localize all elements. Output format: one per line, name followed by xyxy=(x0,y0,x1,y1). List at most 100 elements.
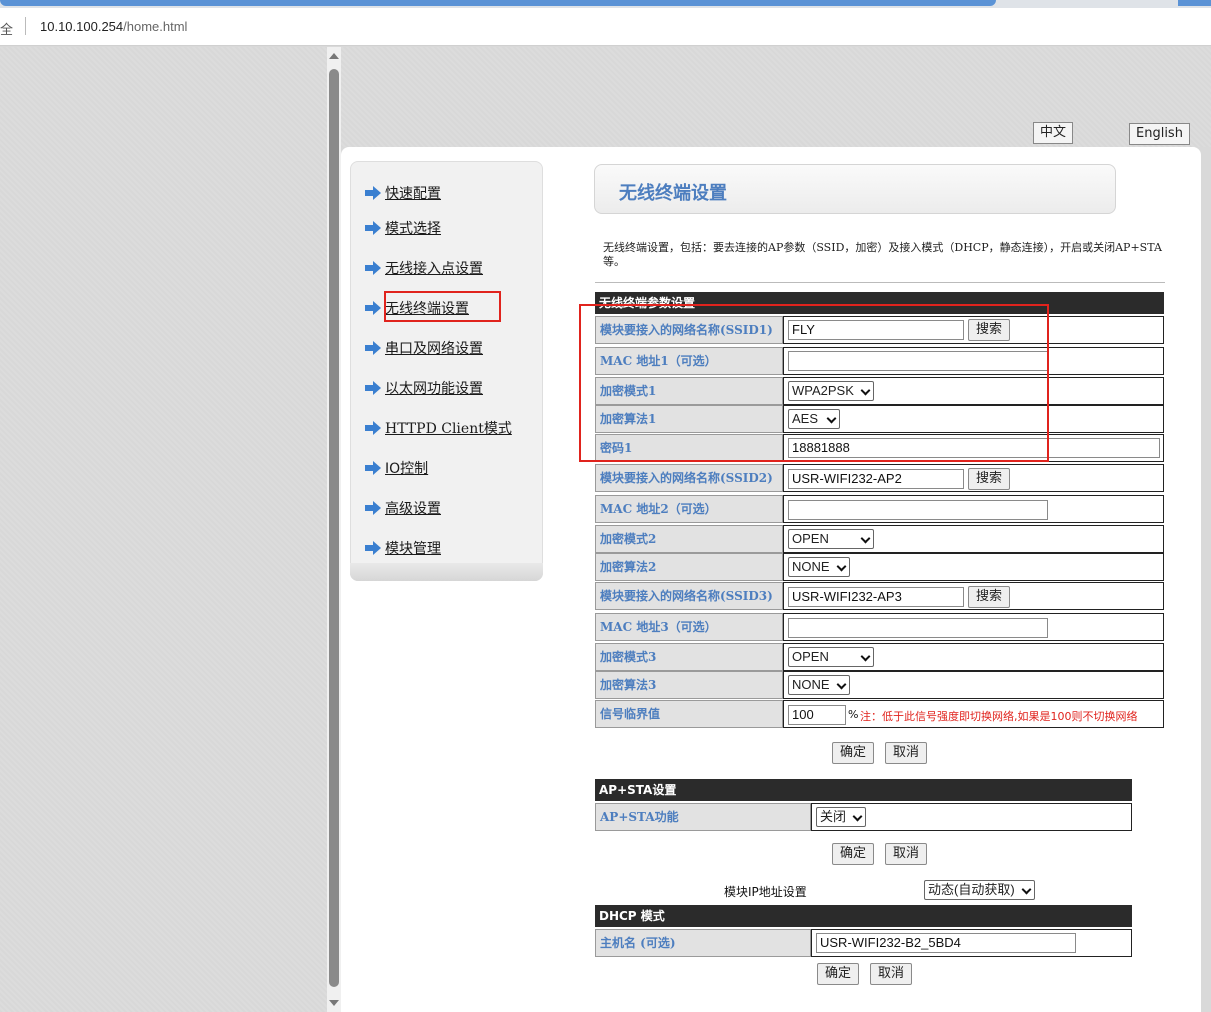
sta-confirm-button[interactable]: 确定 xyxy=(832,742,875,764)
enc-alg2-select[interactable]: NONE xyxy=(788,557,850,577)
scroll-down-icon[interactable] xyxy=(329,1000,339,1006)
threshold-note: 注：低于此信号强度即切换网络,如果是100则不切换网络 xyxy=(860,710,1138,723)
table-row: 加密模式3 OPEN xyxy=(595,643,1164,671)
lang-chinese-button[interactable]: 中文 xyxy=(1033,122,1074,144)
highlight-box-ssid1-group xyxy=(579,304,1049,462)
hostname-cell: USR-WIFI232-B2_5BD4 xyxy=(811,929,1132,957)
enc-mode2-label: 加密模式2 xyxy=(595,525,783,553)
sidebar-item-io-control[interactable]: IO控制 xyxy=(365,458,428,478)
lang-english-button[interactable]: English xyxy=(1129,123,1190,145)
apsta-func-select[interactable]: 关闭 xyxy=(816,807,866,827)
ssid3-input[interactable]: USR-WIFI232-AP3 xyxy=(788,587,964,607)
main-content: 快速配置 模式选择 无线接入点设置 无线终端设置 串口及网络设置 以太网功能设置… xyxy=(341,147,1201,1012)
sidebar-item-advanced[interactable]: 高级设置 xyxy=(365,498,441,518)
table-row: 模块要接入的网络名称(SSID3) USR-WIFI232-AP3 搜索 xyxy=(595,582,1164,610)
enc-mode3-value: OPEN xyxy=(792,649,829,664)
arrow-right-icon xyxy=(365,381,381,395)
sidebar-item-label: 模式选择 xyxy=(385,221,441,237)
sidebar-item-label: 高级设置 xyxy=(385,501,441,517)
ip-mode-select[interactable]: 动态(自动获取) xyxy=(924,880,1035,900)
scroll-thumb[interactable] xyxy=(329,69,339,987)
enc-mode2-value: OPEN xyxy=(792,531,829,546)
sta-cancel-button[interactable]: 取消 xyxy=(885,742,928,764)
url-path: /home.html xyxy=(123,19,188,34)
apsta-func-value: 关闭 xyxy=(820,809,847,824)
enc-alg3-select[interactable]: NONE xyxy=(788,675,850,695)
address-separator xyxy=(25,17,26,35)
enc-mode2-select[interactable]: OPEN xyxy=(788,529,874,549)
table-row: 主机名 (可选) USR-WIFI232-B2_5BD4 xyxy=(595,929,1132,957)
ip-mode-label: 模块IP地址设置 xyxy=(724,885,807,899)
arrow-right-icon xyxy=(365,421,381,435)
dhcp-confirm-button[interactable]: 确定 xyxy=(817,963,860,985)
ssid3-label: 模块要接入的网络名称(SSID3) xyxy=(595,582,783,610)
table-row: 加密算法3 NONE xyxy=(595,671,1164,699)
url-text[interactable]: 10.10.100.254/home.html xyxy=(40,19,187,34)
enc-mode2-cell: OPEN xyxy=(783,525,1164,553)
scrollbar[interactable] xyxy=(327,47,341,1012)
ssid2-label: 模块要接入的网络名称(SSID2) xyxy=(595,464,783,492)
apsta-func-cell: 关闭 xyxy=(811,803,1132,831)
ssid2-input[interactable]: USR-WIFI232-AP2 xyxy=(788,469,964,489)
arrow-right-icon xyxy=(365,221,381,235)
enc-alg3-value: NONE xyxy=(792,677,830,692)
table-row: 加密算法2 NONE xyxy=(595,553,1164,581)
sidebar-item-label: 快速配置 xyxy=(385,186,441,202)
ssid3-search-button[interactable]: 搜索 xyxy=(968,586,1011,608)
sidebar-item-label: 以太网功能设置 xyxy=(385,381,483,397)
sidebar-item-ethernet[interactable]: 以太网功能设置 xyxy=(365,378,483,398)
sidebar-footer xyxy=(350,563,543,581)
chevron-down-icon xyxy=(860,651,871,662)
enc-mode3-select[interactable]: OPEN xyxy=(788,647,874,667)
sidebar-item-httpd-client[interactable]: HTTPD Client模式 xyxy=(365,418,512,438)
sidebar-item-label: IO控制 xyxy=(385,461,429,477)
browser-tabstrip xyxy=(0,0,1211,8)
sidebar-item-ap-settings[interactable]: 无线接入点设置 xyxy=(365,258,483,278)
apsta-func-label: AP+STA功能 xyxy=(595,803,811,831)
enc-alg2-cell: NONE xyxy=(783,553,1164,581)
apsta-cancel-button[interactable]: 取消 xyxy=(885,843,928,865)
sidebar-item-mode-select[interactable]: 模式选择 xyxy=(365,218,441,238)
address-bar[interactable]: 全 10.10.100.254/home.html xyxy=(0,8,1211,46)
sidebar-item-label: 无线接入点设置 xyxy=(385,261,483,277)
sidebar-item-serial-network[interactable]: 串口及网络设置 xyxy=(365,338,483,358)
enc-alg2-label: 加密算法2 xyxy=(595,553,783,581)
mac2-label: MAC 地址2（可选） xyxy=(595,495,783,523)
ssid3-cell: USR-WIFI232-AP3 搜索 xyxy=(783,582,1164,610)
arrow-right-icon xyxy=(365,541,381,555)
left-frame xyxy=(0,47,341,1012)
browser-tab[interactable] xyxy=(1178,0,1211,6)
arrow-right-icon xyxy=(365,461,381,475)
url-host: 10.10.100.254 xyxy=(40,19,124,34)
enc-mode3-cell: OPEN xyxy=(783,643,1164,671)
header-area: 中文 English xyxy=(341,47,1211,147)
threshold-input[interactable]: 100 xyxy=(788,705,846,725)
sidebar-item-module-manage[interactable]: 模块管理 xyxy=(365,538,441,558)
ip-mode-value: 动态(自动获取) xyxy=(928,882,1015,897)
threshold-label: 信号临界值 xyxy=(595,700,783,728)
mac3-label: MAC 地址3（可选） xyxy=(595,613,783,641)
arrow-right-icon xyxy=(365,186,381,200)
highlight-box-sidebar xyxy=(384,291,501,322)
mac2-input[interactable] xyxy=(788,500,1048,520)
hostname-input[interactable]: USR-WIFI232-B2_5BD4 xyxy=(816,933,1076,953)
dhcp-cancel-button[interactable]: 取消 xyxy=(870,963,913,985)
browser-tab-active[interactable] xyxy=(0,0,996,6)
arrow-right-icon xyxy=(365,261,381,275)
apsta-confirm-button[interactable]: 确定 xyxy=(832,843,875,865)
mac3-input[interactable] xyxy=(788,618,1048,638)
arrow-right-icon xyxy=(365,301,381,315)
sidebar-item-label: 模块管理 xyxy=(385,541,441,557)
ssid2-search-button[interactable]: 搜索 xyxy=(968,468,1011,490)
page-description: 无线终端设置，包括：要去连接的AP参数（SSID，加密）及接入模式（DHCP，静… xyxy=(603,241,1162,268)
chevron-down-icon xyxy=(836,679,847,690)
chevron-down-icon xyxy=(1021,884,1032,895)
scroll-up-icon[interactable] xyxy=(329,53,339,59)
security-indicator[interactable]: 全 xyxy=(0,19,13,38)
enc-alg2-value: NONE xyxy=(792,559,830,574)
enc-alg3-label: 加密算法3 xyxy=(595,671,783,699)
hostname-label: 主机名 (可选) xyxy=(595,929,811,957)
table-row: AP+STA功能 关闭 xyxy=(595,803,1132,831)
sidebar-item-label: 串口及网络设置 xyxy=(385,341,483,357)
sidebar-item-quick-config[interactable]: 快速配置 xyxy=(365,183,441,203)
